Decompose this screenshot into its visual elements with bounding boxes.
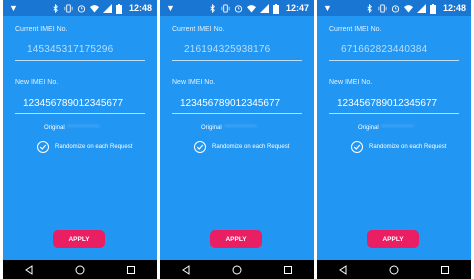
status-time: 12:48	[442, 3, 466, 13]
randomize-checkbox[interactable]	[37, 141, 49, 153]
home-icon[interactable]	[387, 263, 401, 277]
navigation-bar	[317, 260, 471, 279]
status-time: 12:48	[128, 3, 152, 13]
new-imei-underline	[172, 113, 302, 114]
randomize-label: Randomize on each Request	[369, 144, 447, 150]
back-icon[interactable]	[336, 263, 350, 277]
wifi-icon	[89, 4, 99, 13]
randomize-label: Randomize on each Request	[212, 144, 290, 150]
alarm-icon	[77, 4, 86, 13]
apply-button[interactable]: APPLY	[210, 230, 262, 248]
randomize-row[interactable]: Randomize on each Request	[37, 140, 132, 154]
new-imei-underline	[15, 113, 145, 114]
randomize-row[interactable]: Randomize on each Request	[194, 140, 289, 154]
back-icon[interactable]	[22, 263, 36, 277]
vibrate-icon	[64, 3, 73, 13]
recents-icon[interactable]	[281, 263, 295, 277]
original-label: Original	[44, 125, 65, 131]
new-imei-field[interactable]	[337, 96, 455, 110]
vibrate-icon	[221, 3, 230, 13]
wifi-icon	[246, 4, 256, 13]
randomize-row[interactable]: Randomize on each Request	[351, 140, 446, 154]
new-imei-field[interactable]	[23, 96, 141, 110]
phone-screen-3: ▼ 12:48 Current IMEI No. 671662823440384…	[317, 0, 471, 279]
status-time: 12:47	[285, 3, 309, 13]
home-icon[interactable]	[230, 263, 244, 277]
status-bar: ▼ 12:48	[3, 0, 157, 16]
new-imei-field[interactable]	[180, 96, 298, 110]
navigation-bar	[160, 260, 314, 279]
battery-icon	[429, 3, 439, 14]
original-label: Original	[358, 125, 379, 131]
battery-icon	[272, 3, 282, 14]
new-imei-label: New IMEI No.	[172, 79, 216, 86]
wifi-icon	[403, 4, 413, 13]
apply-button[interactable]: APPLY	[367, 230, 419, 248]
original-imei-value: **************	[67, 125, 100, 131]
phone-screen-1: ▼ 12:48 Current IMEI No. 145345317175296…	[3, 0, 157, 279]
alarm-icon	[234, 4, 243, 13]
current-imei-value: 145345317175296	[27, 44, 114, 55]
notification-icon: ▼	[323, 3, 332, 13]
current-imei-label: Current IMEI No.	[172, 26, 225, 33]
current-imei-label: Current IMEI No.	[15, 26, 68, 33]
back-icon[interactable]	[179, 263, 193, 277]
original-imei-value: **************	[224, 125, 257, 131]
current-imei-underline	[329, 60, 459, 61]
bluetooth-icon	[208, 3, 217, 13]
randomize-checkbox[interactable]	[351, 141, 363, 153]
new-imei-label: New IMEI No.	[15, 79, 59, 86]
home-icon[interactable]	[73, 263, 87, 277]
bluetooth-icon	[51, 3, 60, 13]
randomize-checkbox[interactable]	[194, 141, 206, 153]
new-imei-underline	[329, 113, 459, 114]
bluetooth-icon	[365, 3, 374, 13]
randomize-label: Randomize on each Request	[55, 144, 133, 150]
current-imei-value: 671662823440384	[341, 44, 428, 55]
navigation-bar	[3, 260, 157, 279]
apply-button[interactable]: APPLY	[53, 230, 105, 248]
signal-icon	[259, 3, 269, 13]
original-label: Original	[201, 125, 222, 131]
signal-icon	[416, 3, 426, 13]
phone-screen-2: ▼ 12:47 Current IMEI No. 216194325938176…	[160, 0, 314, 279]
new-imei-label: New IMEI No.	[329, 79, 373, 86]
current-imei-label: Current IMEI No.	[329, 26, 382, 33]
battery-icon	[115, 3, 125, 14]
status-bar: ▼ 12:47	[160, 0, 314, 16]
alarm-icon	[391, 4, 400, 13]
original-imei-value: **************	[381, 125, 414, 131]
status-bar: ▼ 12:48	[317, 0, 471, 16]
current-imei-value: 216194325938176	[184, 44, 271, 55]
vibrate-icon	[378, 3, 387, 13]
current-imei-underline	[172, 60, 302, 61]
signal-icon	[102, 3, 112, 13]
recents-icon[interactable]	[438, 263, 452, 277]
notification-icon: ▼	[9, 3, 18, 13]
recents-icon[interactable]	[124, 263, 138, 277]
current-imei-underline	[15, 60, 145, 61]
notification-icon: ▼	[166, 3, 175, 13]
